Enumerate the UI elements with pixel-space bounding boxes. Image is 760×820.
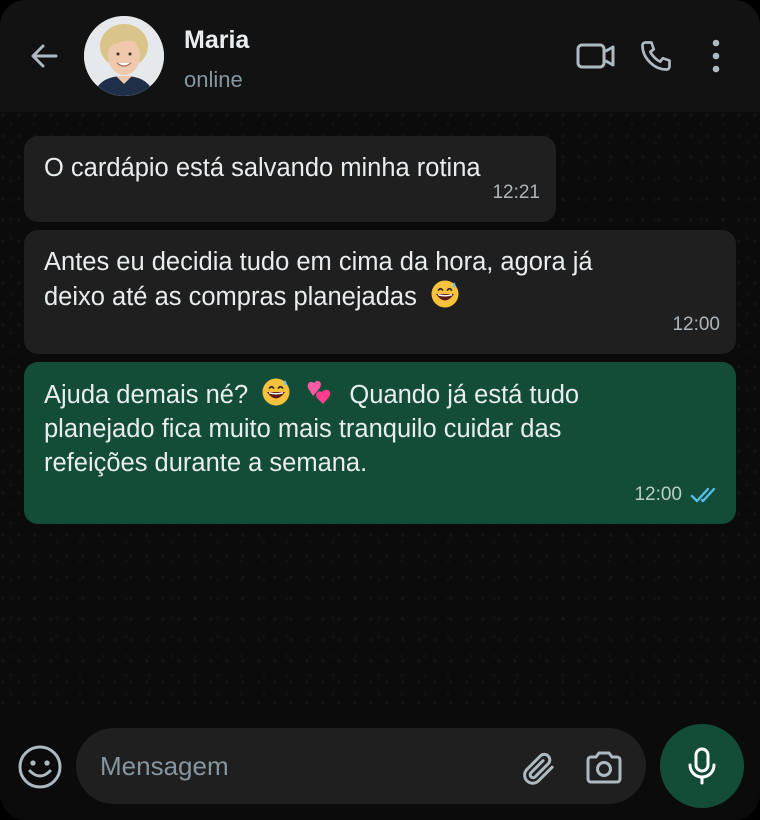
grinning-sweat-emoji: [262, 378, 290, 406]
message-meta: 12:21: [492, 176, 540, 210]
read-receipt-icon: [690, 487, 716, 503]
message-text-segment: Ajuda demais né?: [44, 381, 249, 409]
message-time: 12:00: [672, 314, 720, 335]
message-meta: 12:00: [672, 308, 720, 342]
chat-screen: Maria online O cardápio está salvando mi…: [0, 0, 760, 820]
message-input[interactable]: [100, 728, 500, 804]
message-text-line: planejado fica muito mais tranquilo cuid…: [44, 415, 562, 443]
video-call-icon: [576, 43, 615, 69]
more-options-icon: [712, 39, 720, 73]
attach-icon: [523, 752, 554, 785]
message-meta: 12:00: [634, 478, 720, 512]
more-options-button[interactable]: [704, 36, 728, 76]
message-text-line: Antes eu decidia tudo em cima da hora, a…: [44, 248, 593, 276]
camera-button[interactable]: [580, 746, 628, 790]
message-text-segment: Quando já está tudo: [349, 381, 580, 409]
voice-message-button[interactable]: [660, 724, 744, 808]
contact-name[interactable]: Maria: [184, 26, 249, 55]
voice-call-icon: [641, 41, 671, 71]
avatar-image: [84, 16, 164, 96]
message-text-line: refeições durante a semana.: [44, 449, 368, 477]
message-text-segment: deixo até as compras planejadas: [44, 283, 417, 311]
message-text-line: deixo até as compras planejadas: [44, 279, 716, 314]
contact-status: online: [184, 67, 243, 92]
camera-icon: [586, 751, 622, 784]
avatar[interactable]: [84, 16, 164, 96]
message-text-line: Ajuda demais né? Quando já está tudo: [44, 377, 716, 412]
grinning-sweat-emoji: [431, 280, 459, 308]
message-field: [76, 728, 646, 804]
mic-icon: [688, 747, 716, 785]
back-button[interactable]: [26, 38, 62, 74]
two-hearts-emoji: [308, 380, 331, 404]
message-bubble-outgoing[interactable]: Ajuda demais né? Quando já está tudo pla…: [24, 362, 736, 524]
message-list: O cardápio está salvando minha rotina 12…: [0, 112, 760, 712]
chat-header: Maria online: [0, 0, 760, 112]
message-text: O cardápio está salvando minha rotina: [44, 154, 481, 182]
message-bubble-incoming[interactable]: O cardápio está salvando minha rotina 12…: [24, 136, 556, 222]
attach-button[interactable]: [516, 746, 560, 790]
emoji-button[interactable]: [16, 743, 64, 791]
back-arrow-icon: [31, 44, 58, 68]
message-time: 12:00: [634, 484, 682, 505]
video-call-button[interactable]: [576, 36, 616, 76]
message-time: 12:21: [492, 182, 540, 203]
voice-call-button[interactable]: [636, 36, 676, 76]
message-bubble-incoming[interactable]: Antes eu decidia tudo em cima da hora, a…: [24, 230, 736, 354]
emoji-icon: [18, 745, 62, 789]
